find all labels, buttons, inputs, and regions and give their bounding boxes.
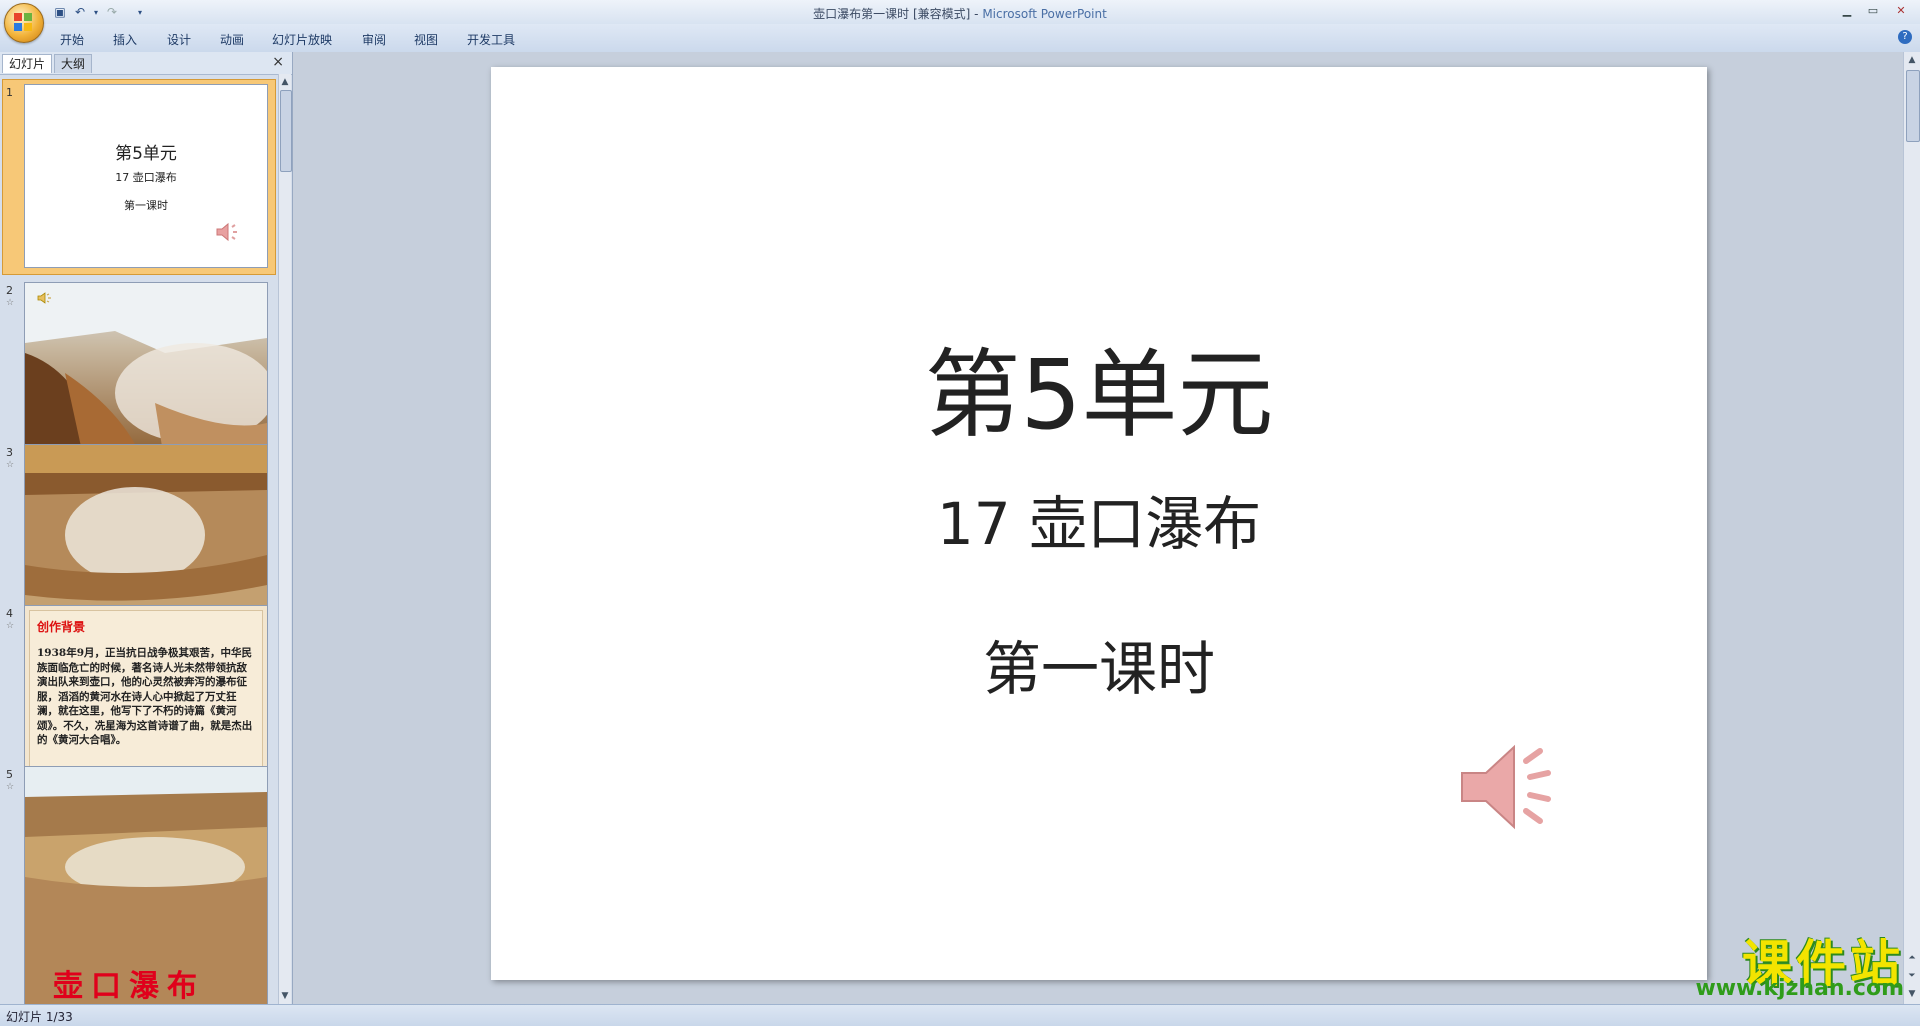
status-bar: 幻灯片 1/33 — [0, 1004, 1920, 1026]
tab-home[interactable]: 开始 — [60, 31, 84, 48]
slide-counter: 幻灯片 1/33 — [6, 1010, 73, 1024]
scroll-up-icon[interactable]: ▲ — [1906, 54, 1918, 66]
slide-thumbnail-3[interactable] — [24, 444, 268, 628]
waterfall-photo — [25, 445, 267, 627]
help-icon[interactable]: ? — [1898, 30, 1912, 44]
slide-thumbnail-5[interactable]: 壶口瀑布 — [24, 766, 268, 1005]
speaker-icon — [37, 292, 51, 304]
tab-review[interactable]: 审阅 — [362, 31, 386, 48]
ribbon-tabs: 开始 插入 设计 动画 幻灯片放映 审阅 视图 开发工具 ? — [0, 24, 1920, 53]
office-logo-icon — [14, 13, 34, 33]
current-slide[interactable]: 第5单元 17 壶口瀑布 第一课时 — [491, 67, 1707, 980]
tab-outline[interactable]: 大纲 — [54, 54, 93, 73]
slides-pane: 幻灯片 大纲 × 1 第5单元 17 壶口瀑布 第一课时 2 ☆ 3 ☆ 4 ☆… — [0, 52, 293, 1005]
tab-view[interactable]: 视图 — [414, 31, 438, 48]
scrollbar-thumb[interactable] — [280, 90, 292, 172]
slide-lesson[interactable]: 第一课时 — [491, 622, 1707, 706]
document-name: 壶口瀑布第一课时 [兼容模式] — [813, 7, 971, 21]
animation-star-icon: ☆ — [6, 782, 15, 792]
thumbnail-heading: 创作背景 — [37, 620, 86, 634]
pane-tabs: 幻灯片 大纲 × — [0, 52, 292, 75]
thumbnail-number: 2 — [6, 284, 13, 297]
thumbnails-scrollbar[interactable]: ▲ ▼ — [278, 74, 292, 1004]
animation-star-icon: ☆ — [6, 460, 15, 470]
slide-thumbnail-4[interactable]: 创作背景 1938年9月，正当抗日战争极其艰苦，中华民族面临危亡的时候，著名诗人… — [24, 605, 268, 789]
slide-canvas-area: 第5单元 17 壶口瀑布 第一课时 — [293, 52, 1903, 1004]
tab-design[interactable]: 设计 — [167, 31, 191, 48]
slide-title[interactable]: 第5单元 — [491, 317, 1707, 456]
close-pane-icon[interactable]: × — [272, 54, 284, 70]
tab-developer[interactable]: 开发工具 — [467, 31, 515, 48]
thumbnail-body: 1938年9月，正当抗日战争极其艰苦，中华民族面临危亡的时候，著名诗人光未然带领… — [37, 647, 253, 746]
thumbnail-lesson: 第一课时 — [124, 199, 168, 212]
tab-slides[interactable]: 幻灯片 — [2, 54, 53, 73]
close-window-icon[interactable]: ✕ — [1890, 3, 1912, 19]
slide-subtitle[interactable]: 17 壶口瀑布 — [491, 477, 1707, 561]
scrollbar-thumb[interactable] — [1906, 70, 1920, 142]
thumbnail-subtitle: 17 壶口瀑布 — [115, 171, 177, 184]
thumbnail-title: 第5单元 — [115, 144, 177, 164]
title-separator: - — [970, 7, 983, 21]
tab-slideshow[interactable]: 幻灯片放映 — [272, 31, 332, 48]
minimize-icon[interactable]: ▁ — [1836, 3, 1858, 19]
thumbnail-number: 3 — [6, 446, 13, 459]
office-button[interactable] — [4, 3, 44, 43]
slide-thumbnail-1[interactable]: 第5单元 17 壶口瀑布 第一课时 — [24, 84, 268, 268]
scroll-up-icon[interactable]: ▲ — [279, 76, 291, 88]
title-bar: ▣ ↶ ▾ ↷ ▾ 壶口瀑布第一课时 [兼容模式] - Microsoft Po… — [0, 0, 1920, 43]
thumbnail-overlay-title: 壶口瀑布 — [53, 969, 205, 1004]
tab-insert[interactable]: 插入 — [113, 31, 137, 48]
watermark: 课件站 www.kjzhan.com — [1668, 924, 1908, 1004]
slide-scrollbar[interactable]: ▲ ⏶ ⏷ ▼ — [1903, 52, 1920, 1004]
speaker-icon — [216, 222, 237, 242]
maximize-icon[interactable]: ▭ — [1862, 3, 1884, 19]
app-name: Microsoft PowerPoint — [982, 7, 1107, 21]
thumbnail-number: 4 — [6, 607, 13, 620]
waterfall-photo — [25, 283, 267, 465]
animation-star-icon: ☆ — [6, 298, 15, 308]
slide-thumbnail-2[interactable] — [24, 282, 268, 466]
window-title: 壶口瀑布第一课时 [兼容模式] - Microsoft PowerPoint — [0, 5, 1920, 22]
tab-animations[interactable]: 动画 — [220, 31, 244, 48]
speaker-icon[interactable] — [1456, 737, 1566, 837]
animation-star-icon: ☆ — [6, 621, 15, 631]
thumbnail-number: 5 — [6, 768, 13, 781]
scroll-down-icon[interactable]: ▼ — [279, 990, 291, 1002]
watermark-url: www.kjzhan.com — [1695, 976, 1904, 1001]
thumbnail-number: 1 — [6, 86, 13, 99]
